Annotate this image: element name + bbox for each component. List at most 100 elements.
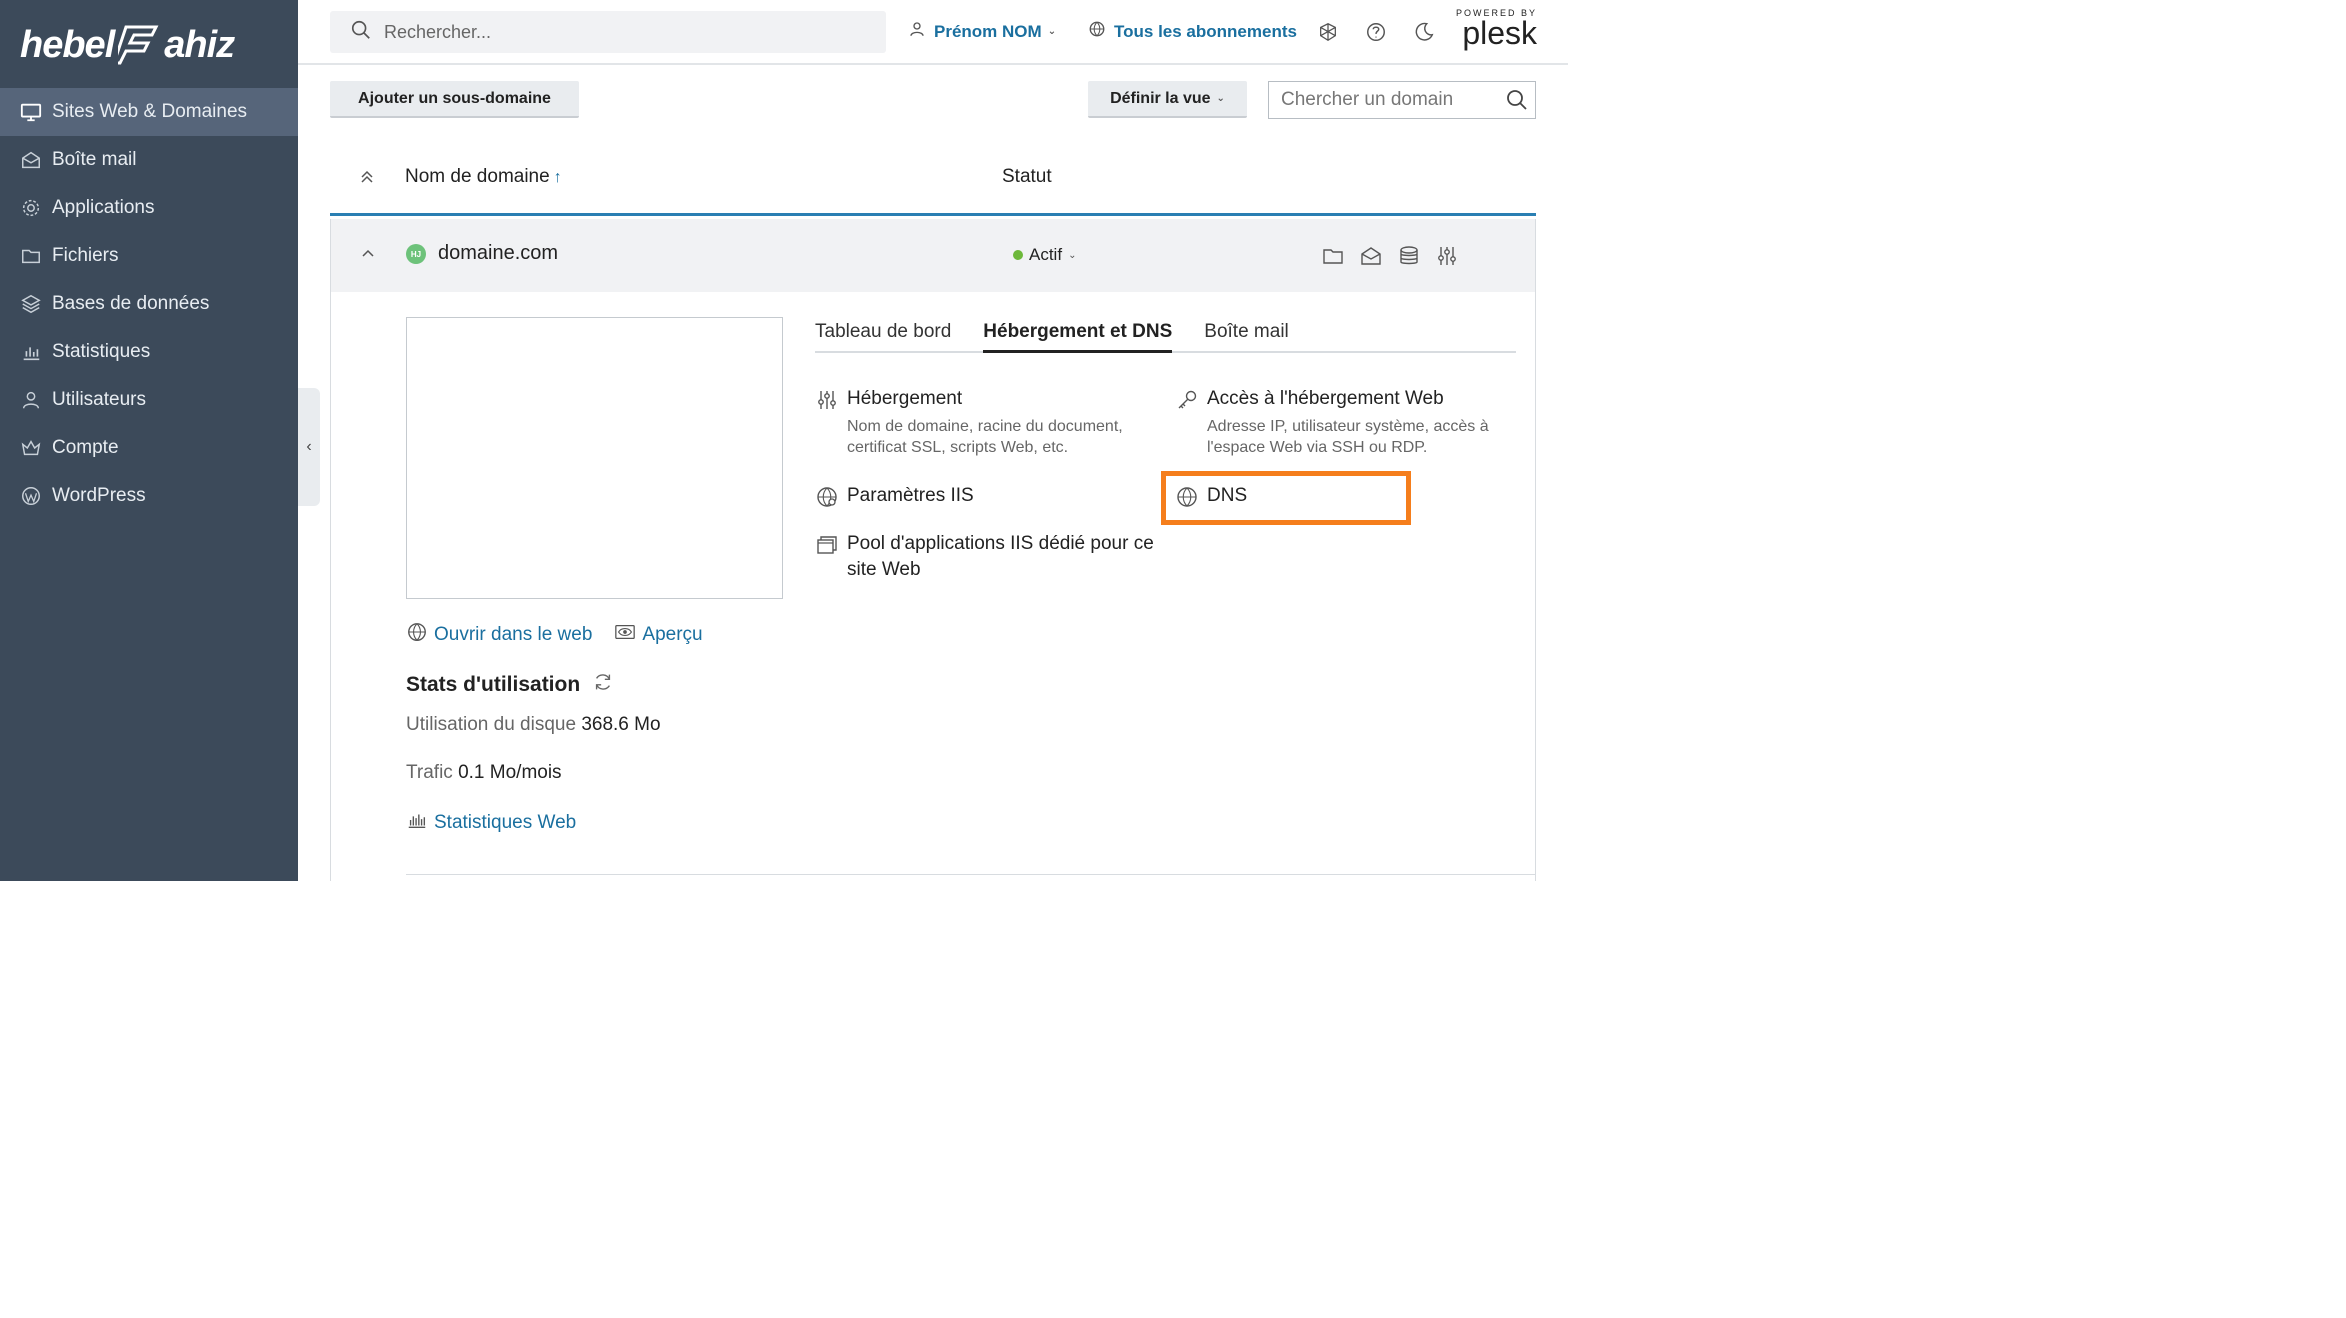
- sidebar-item-compte[interactable]: Compte: [0, 424, 298, 472]
- sidebar-item-sites-web-domaines[interactable]: Sites Web & Domaines: [0, 88, 298, 136]
- subscriptions-menu[interactable]: Tous les abonnements: [1088, 20, 1297, 43]
- globe-gear-icon: [815, 485, 839, 509]
- folder-icon: [20, 245, 42, 267]
- hosting-settings-item[interactable]: Hébergement Nom de domaine, racine du do…: [815, 386, 1155, 458]
- logo-text-right: ahiz: [164, 23, 235, 66]
- traffic-value: 0.1 Mo/mois: [458, 762, 562, 783]
- preview-link[interactable]: Aperçu: [614, 621, 703, 649]
- user-icon: [20, 389, 42, 411]
- crown-icon: [20, 437, 42, 459]
- tab-boite-mail[interactable]: Boîte mail: [1204, 321, 1288, 353]
- site-preview-thumbnail[interactable]: [406, 317, 783, 599]
- divider: [406, 874, 1535, 875]
- tab-tableau-de-bord[interactable]: Tableau de bord: [815, 321, 951, 353]
- iis-app-pool-item[interactable]: Pool d'applications IIS dédié pour ce si…: [815, 531, 1155, 583]
- sidebar-item-label: Applications: [52, 197, 155, 218]
- add-subdomain-label: Ajouter un sous-domaine: [358, 89, 551, 107]
- web-stats-label: Statistiques Web: [434, 812, 577, 833]
- logo-text-left: hebel: [20, 23, 115, 66]
- moon-icon[interactable]: [1412, 20, 1436, 44]
- sidebar-item-utilisateurs[interactable]: Utilisateurs: [0, 376, 298, 424]
- define-view-button[interactable]: Définir la vue ⌄: [1088, 81, 1247, 118]
- sliders-icon[interactable]: [1435, 244, 1459, 268]
- column-status[interactable]: Statut: [1002, 166, 1052, 188]
- iis-settings-title[interactable]: Paramètres IIS: [847, 483, 974, 509]
- extensions-icon[interactable]: [1316, 20, 1340, 44]
- hosting-title[interactable]: Hébergement: [847, 386, 1155, 412]
- sidebar-item-label: Utilisateurs: [52, 389, 146, 410]
- table-header: Nom de domaine ↑ Statut: [330, 146, 1536, 216]
- domain-avatar: HJ: [406, 244, 426, 264]
- usage-stats-title-text: Stats d'utilisation: [406, 673, 581, 696]
- folder-icon[interactable]: [1321, 244, 1345, 268]
- web-hosting-access-description: Adresse IP, utilisateur système, accès à…: [1207, 418, 1489, 456]
- windows-stack-icon: [815, 533, 839, 557]
- user-icon: [908, 20, 934, 43]
- global-search-input[interactable]: [384, 21, 854, 43]
- web-hosting-access-title[interactable]: Accès à l'hébergement Web: [1207, 386, 1515, 412]
- sidebar-collapse-button[interactable]: ‹: [298, 388, 320, 506]
- sidebar-item-fichiers[interactable]: Fichiers: [0, 232, 298, 280]
- database-icon[interactable]: [1397, 244, 1421, 268]
- sidebar-item-label: Compte: [52, 437, 119, 458]
- traffic: Trafic 0.1 Mo/mois: [406, 762, 562, 784]
- expand-all-icon[interactable]: [358, 168, 376, 186]
- hosting-description: Nom de domaine, racine du document, cert…: [847, 418, 1123, 456]
- domain-quick-tools: [1321, 244, 1459, 268]
- global-search[interactable]: [330, 11, 886, 53]
- sidebar-item-statistiques[interactable]: Statistiques: [0, 328, 298, 376]
- iis-settings-item[interactable]: Paramètres IIS: [815, 483, 1155, 509]
- disk-usage-label: Utilisation du disque: [406, 714, 577, 735]
- chevron-up-icon[interactable]: [359, 245, 377, 263]
- key-icon: [1175, 388, 1199, 412]
- domain-search[interactable]: [1268, 81, 1536, 119]
- domain-card: HJ domaine.com Actif ⌄ Ouvrir dans le we…: [330, 219, 1536, 881]
- monitor-icon: [20, 101, 42, 123]
- dns-highlight-box: [1161, 471, 1411, 525]
- domain-tabs: Tableau de bord Hébergement et DNS Boîte…: [815, 321, 1516, 353]
- sort-arrow-icon: ↑: [553, 169, 562, 186]
- sidebar-item-label: WordPress: [52, 485, 146, 506]
- web-hosting-access-item[interactable]: Accès à l'hébergement Web Adresse IP, ut…: [1175, 386, 1515, 458]
- help-icon[interactable]: [1364, 20, 1388, 44]
- mail-icon[interactable]: [1359, 244, 1383, 268]
- bar-chart-icon: [406, 809, 434, 837]
- chevron-down-icon: ⌄: [1216, 93, 1225, 104]
- bar-chart-icon: [20, 341, 42, 363]
- logo-mark-icon: [112, 19, 160, 71]
- domain-row: HJ domaine.com Actif ⌄: [331, 219, 1535, 292]
- globe-icon: [1088, 20, 1114, 43]
- web-stats-link[interactable]: Statistiques Web: [406, 809, 576, 837]
- open-in-web-link[interactable]: Ouvrir dans le web: [406, 621, 592, 649]
- eye-icon: [614, 621, 642, 649]
- domain-name[interactable]: domaine.com: [438, 242, 558, 265]
- column-domain-name-label: Nom de domaine: [405, 166, 550, 187]
- iis-app-pool-title[interactable]: Pool d'applications IIS dédié pour ce si…: [847, 531, 1155, 583]
- sidebar-item-label: Boîte mail: [52, 149, 137, 170]
- domain-search-input[interactable]: [1281, 89, 1501, 111]
- sidebar-item-applications[interactable]: Applications: [0, 184, 298, 232]
- chevron-left-icon: ‹: [306, 438, 312, 455]
- traffic-label: Trafic: [406, 762, 453, 783]
- disk-usage-value: 368.6 Mo: [581, 714, 661, 735]
- sidebar-item-wordpress[interactable]: WordPress: [0, 472, 298, 520]
- sidebar-item-boite-mail[interactable]: Boîte mail: [0, 136, 298, 184]
- column-domain-name[interactable]: Nom de domaine ↑: [405, 166, 562, 188]
- tab-hebergement-et-dns[interactable]: Hébergement et DNS: [983, 321, 1173, 353]
- sidebar-item-label: Statistiques: [52, 341, 151, 362]
- sidebar-item-bases-de-donnees[interactable]: Bases de données: [0, 280, 298, 328]
- top-header: Prénom NOM ⌄ Tous les abonnements POWERE…: [298, 0, 1568, 65]
- disk-usage: Utilisation du disque 368.6 Mo: [406, 714, 661, 736]
- sidebar-item-label: Sites Web & Domaines: [52, 101, 248, 122]
- chevron-down-icon: ⌄: [1068, 249, 1077, 261]
- brand-logo[interactable]: hebel ahiz: [20, 12, 278, 78]
- search-icon: [350, 19, 384, 46]
- sidebar-item-label: Fichiers: [52, 245, 119, 266]
- preview-label: Aperçu: [642, 624, 703, 645]
- subscriptions-label: Tous les abonnements: [1114, 21, 1297, 41]
- refresh-icon[interactable]: [580, 671, 614, 699]
- status-dropdown[interactable]: Actif ⌄: [1013, 245, 1076, 265]
- plesk-logo: POWERED BY plesk: [1456, 8, 1537, 49]
- user-menu[interactable]: Prénom NOM ⌄: [908, 20, 1056, 43]
- add-subdomain-button[interactable]: Ajouter un sous-domaine: [330, 81, 579, 118]
